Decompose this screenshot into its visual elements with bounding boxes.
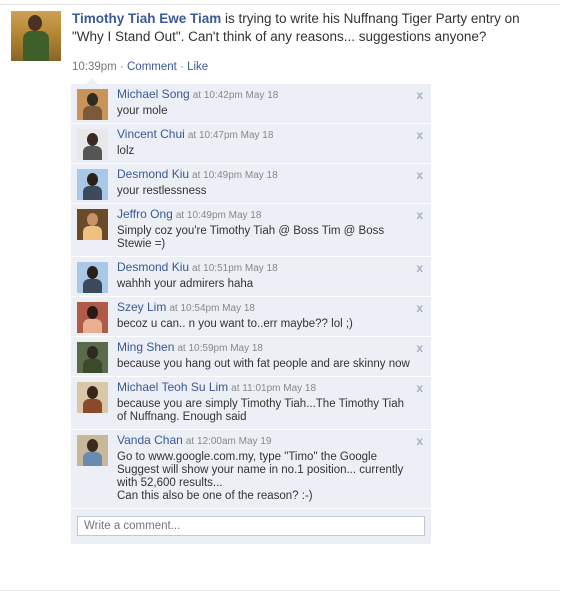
- post-text: Timothy Tiah Ewe Tiam is trying to write…: [72, 10, 552, 46]
- commenter-name[interactable]: Ming Shen: [117, 340, 174, 354]
- comment-item: Jeffro Ong at 10:49pm May 18 Simply coz yo…: [71, 204, 431, 257]
- commenter-name[interactable]: Michael Teoh Su Lim: [117, 380, 228, 394]
- comment-item: Vincent Chui at 10:47pm May 18 lolz x: [71, 124, 431, 164]
- comment-timestamp: at 10:47pm May 18: [187, 130, 274, 141]
- top-divider: [0, 4, 560, 5]
- comment-text: Go to www.google.com.my, type "Timo" the…: [117, 451, 404, 502]
- comment-timestamp: at 10:59pm May 18: [177, 343, 263, 354]
- commenter-name[interactable]: Jeffro Ong: [117, 207, 173, 221]
- commenter-name[interactable]: Vincent Chui: [117, 127, 185, 141]
- comment-text: your mole: [117, 105, 168, 117]
- comment-item: Vanda Chan at 12:00am May 19 Go to www.goo…: [71, 430, 431, 509]
- comment-timestamp: at 10:49pm May 18: [175, 210, 262, 221]
- comment-text: wahhh your admirers haha: [117, 278, 254, 290]
- like-link[interactable]: Like: [187, 61, 208, 73]
- delete-comment-icon[interactable]: x: [416, 89, 423, 101]
- comment-text: your restlessness: [117, 185, 207, 197]
- commenter-name[interactable]: Vanda Chan: [117, 433, 183, 447]
- commenter-avatar[interactable]: [77, 342, 108, 373]
- commenter-avatar[interactable]: [77, 262, 108, 293]
- comment-item: Michael Song at 10:42pm May 18 your mole x: [71, 84, 431, 124]
- delete-comment-icon[interactable]: x: [416, 262, 423, 274]
- comment-item: Michael Teoh Su Lim at 11:01pm May 18 beca…: [71, 377, 431, 430]
- comment-text: lolz: [117, 145, 135, 157]
- delete-comment-icon[interactable]: x: [416, 209, 423, 221]
- delete-comment-icon[interactable]: x: [416, 435, 423, 447]
- delete-comment-icon[interactable]: x: [416, 169, 423, 181]
- meta-separator: ·: [176, 61, 188, 73]
- delete-comment-icon[interactable]: x: [416, 342, 423, 354]
- comment-link[interactable]: Comment: [127, 61, 177, 73]
- comment-timestamp: at 10:42pm May 18: [192, 90, 279, 101]
- comment-timestamp: at 10:49pm May 18: [192, 170, 278, 181]
- comment-timestamp: at 10:54pm May 18: [169, 303, 255, 314]
- meta-separator: ·: [116, 61, 127, 73]
- comment-item: Ming Shen at 10:59pm May 18 because you ha…: [71, 337, 431, 377]
- comment-list: Michael Song at 10:42pm May 18 your mole x V…: [71, 84, 431, 544]
- commenter-name[interactable]: Michael Song: [117, 87, 190, 101]
- comment-text: because you hang out with fat people and…: [117, 358, 410, 370]
- comment-text: becoz u can.. n you want to..err maybe??…: [117, 318, 353, 330]
- commenter-avatar[interactable]: [77, 435, 108, 466]
- comment-text: Simply coz you're Timothy Tiah @ Boss Ti…: [117, 225, 385, 250]
- commenter-name[interactable]: Desmond Kiu: [117, 167, 189, 181]
- post-author-link[interactable]: Timothy Tiah Ewe Tiam: [72, 11, 221, 26]
- commenter-avatar[interactable]: [77, 89, 108, 120]
- post-author-avatar[interactable]: [11, 11, 61, 61]
- commenter-name[interactable]: Szey Lim: [117, 300, 166, 314]
- comment-timestamp: at 10:51pm May 18: [192, 263, 278, 274]
- comment-item: Desmond Kiu at 10:49pm May 18 your restles…: [71, 164, 431, 204]
- commenter-avatar[interactable]: [77, 129, 108, 160]
- commenter-avatar[interactable]: [77, 302, 108, 333]
- delete-comment-icon[interactable]: x: [416, 129, 423, 141]
- comment-text: because you are simply Timothy Tiah...Th…: [117, 398, 404, 423]
- delete-comment-icon[interactable]: x: [416, 302, 423, 314]
- commenter-avatar[interactable]: [77, 382, 108, 413]
- comment-timestamp: at 11:01pm May 18: [231, 383, 317, 394]
- comment-item: Desmond Kiu at 10:51pm May 18 wahhh your a…: [71, 257, 431, 297]
- bottom-divider: [0, 590, 560, 591]
- commenter-avatar[interactable]: [77, 169, 108, 200]
- write-comment-area: [71, 509, 431, 544]
- post-timestamp: 10:39pm: [72, 61, 117, 73]
- post-meta: 10:39pm · Comment · Like: [72, 61, 208, 73]
- comment-timestamp: at 12:00am May 19: [185, 436, 272, 447]
- commenter-name[interactable]: Desmond Kiu: [117, 260, 189, 274]
- comment-item: Szey Lim at 10:54pm May 18 becoz u can.. n…: [71, 297, 431, 337]
- delete-comment-icon[interactable]: x: [416, 382, 423, 394]
- write-comment-input[interactable]: [77, 516, 425, 536]
- commenter-avatar[interactable]: [77, 209, 108, 240]
